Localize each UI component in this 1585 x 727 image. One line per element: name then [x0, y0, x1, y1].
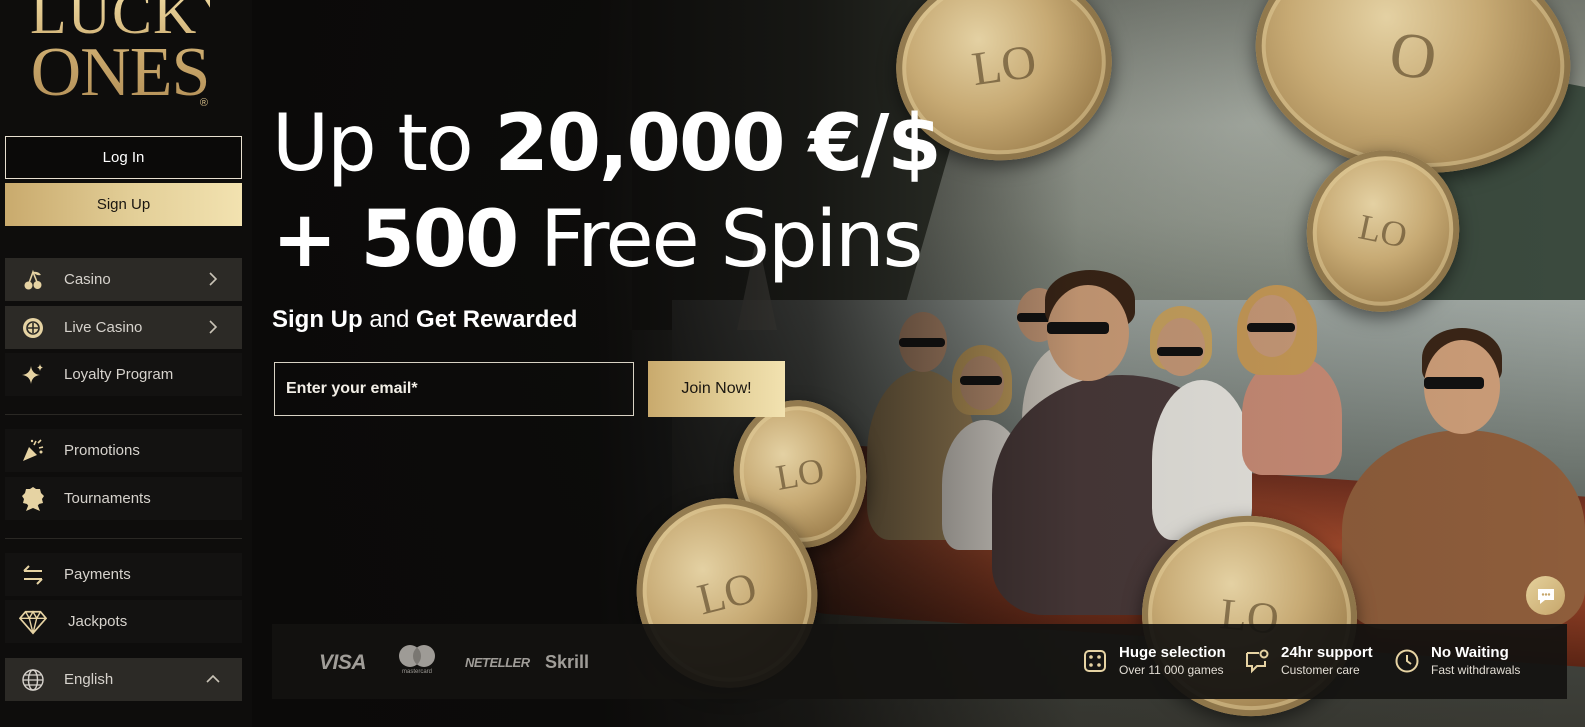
chevron-right-icon: [209, 272, 218, 286]
lucky-ones-logo[interactable]: LUCKY ONES ®: [30, 0, 210, 116]
sidebar-item-label: Jackpots: [68, 613, 128, 630]
chevron-up-icon: [206, 674, 220, 683]
headline-prefix: Up to: [272, 99, 495, 189]
trust-bar: VISA mastercard NETELLER Skrill Huge sel…: [272, 624, 1567, 699]
diamond-icon: [19, 608, 47, 636]
sidebar-item-casino[interactable]: Casino: [5, 258, 242, 301]
sidebar-item-loyalty-program[interactable]: Loyalty Program: [5, 353, 242, 396]
logo-registered-mark: ®: [199, 96, 208, 109]
sidebar-item-label: Casino: [64, 271, 111, 288]
hero-headline: Up to 20,000 €/$ + 500 Free Spins: [272, 96, 942, 288]
chat-support-icon: [1246, 649, 1269, 673]
chevron-right-icon: [209, 320, 218, 334]
join-now-button[interactable]: Join Now!: [648, 361, 785, 417]
cherries-icon: [19, 266, 47, 294]
headline-spins-label: Free Spins: [517, 195, 923, 285]
feature-no-waiting: No Waiting Fast withdrawals: [1393, 644, 1520, 677]
neteller-logo: NETELLER: [465, 655, 530, 670]
sidebar-item-tournaments[interactable]: Tournaments: [5, 477, 242, 520]
sidebar-item-label: Tournaments: [64, 490, 151, 507]
poker-chip-icon: [19, 314, 47, 342]
sidebar-item-label: Payments: [64, 566, 131, 583]
sidebar-item-jackpots[interactable]: Jackpots: [5, 600, 242, 643]
award-badge-icon: [19, 485, 47, 513]
sidebar-item-label: Loyalty Program: [64, 366, 174, 383]
party-popper-icon: [19, 437, 47, 465]
sidebar-item-label: Promotions: [64, 442, 140, 459]
language-selector[interactable]: English: [5, 658, 242, 701]
feature-title: Huge selection: [1119, 644, 1226, 661]
mastercard-logo: mastercard: [398, 644, 436, 676]
feature-subtitle: Fast withdrawals: [1431, 663, 1521, 677]
chat-bubble-icon: [1537, 588, 1554, 604]
headline-amount: 20,000 €/$: [494, 99, 942, 189]
email-input[interactable]: [274, 362, 634, 416]
sparkles-icon: [19, 361, 47, 389]
sidebar-item-promotions[interactable]: Promotions: [5, 429, 242, 472]
sidebar-item-live-casino[interactable]: Live Casino: [5, 306, 242, 349]
visa-logo: VISA: [319, 651, 367, 674]
feature-24hr-support: 24hr support Customer care: [1243, 644, 1373, 677]
hero-banner: LO O LO LO LO LO Up to 20,000 €/$ + 500 …: [252, 0, 1585, 727]
feature-subtitle: Customer care: [1281, 663, 1360, 677]
feature-subtitle: Over 11 000 games: [1119, 663, 1224, 677]
transfer-arrows-icon: [19, 561, 47, 589]
subheadline-part1: Sign Up: [272, 306, 363, 333]
live-chat-button[interactable]: [1526, 576, 1565, 615]
logo-line2: ONES: [30, 34, 210, 112]
feature-title: No Waiting: [1431, 644, 1509, 661]
skrill-logo: Skrill: [545, 652, 590, 672]
sidebar-divider: [5, 414, 242, 415]
subheadline-part2: and: [362, 306, 417, 333]
sidebar-item-payments[interactable]: Payments: [5, 553, 242, 596]
language-label: English: [64, 671, 114, 688]
globe-icon: [19, 666, 47, 694]
hero-subheadline: Sign Up and Get Rewarded: [272, 306, 577, 334]
sidebar-item-label: Live Casino: [64, 319, 143, 336]
headline-spins-amount: + 500: [272, 195, 519, 285]
clock-icon: [1395, 649, 1419, 672]
feature-huge-selection: Huge selection Over 11 000 games: [1081, 644, 1226, 677]
login-button[interactable]: Log In: [5, 136, 242, 179]
sidebar-divider: [5, 538, 242, 539]
feature-title: 24hr support: [1281, 644, 1373, 661]
subheadline-part3: Get Rewarded: [416, 306, 578, 333]
signup-button[interactable]: Sign Up: [5, 183, 242, 226]
sidebar: LUCKY ONES ® Log In Sign Up Casino Live …: [0, 0, 252, 727]
dice-icon: [1084, 649, 1106, 672]
